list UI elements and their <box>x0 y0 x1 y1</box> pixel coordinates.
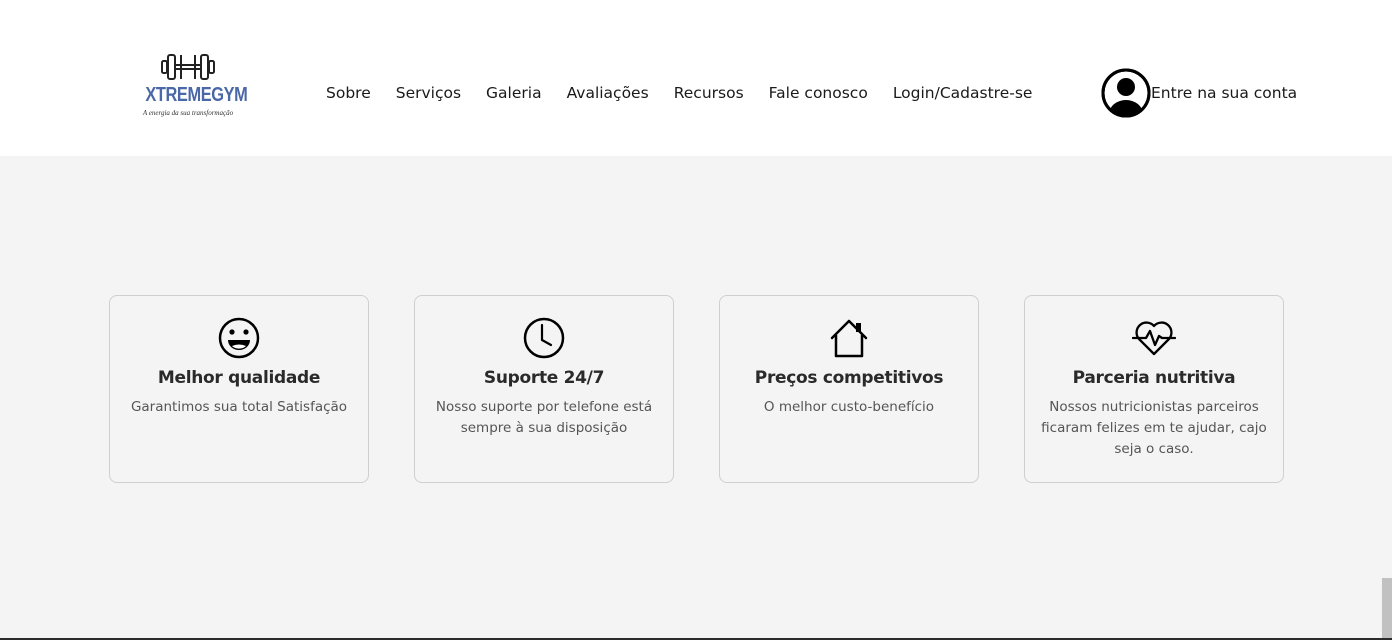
nav-link-sobre[interactable]: Sobre <box>326 82 371 104</box>
feature-description: O melhor custo-benefício <box>763 399 935 415</box>
feature-description: Nossos nutricionistas parceiros ficaram … <box>1041 399 1267 457</box>
logo-name: XTREMEGYM <box>145 84 248 106</box>
clock-icon <box>523 317 565 359</box>
scrollbar-thumb[interactable] <box>1382 578 1392 638</box>
dumbbell-icon <box>161 54 215 80</box>
feature-card-quality: Melhor qualidade Garantimos sua total Sa… <box>109 295 369 483</box>
feature-title: Parceria nutritiva <box>1072 368 1236 388</box>
nav-link-servicos[interactable]: Serviços <box>396 82 461 104</box>
account-button[interactable]: Entre na sua conta <box>1101 68 1297 118</box>
user-circle-icon <box>1101 68 1151 118</box>
feature-title: Preços competitivos <box>754 368 944 388</box>
smile-icon <box>218 317 260 359</box>
feature-title: Melhor qualidade <box>157 368 321 388</box>
nav-link-login[interactable]: Login/Cadastre-se <box>893 82 1033 104</box>
nav-link-galeria[interactable]: Galeria <box>486 82 542 104</box>
feature-card-prices: Preços competitivos O melhor custo-benef… <box>719 295 979 483</box>
logo-tagline: A energia da sua transformação <box>142 109 234 117</box>
main-nav: Sobre Serviços Galeria Avaliações Recurs… <box>326 82 1032 104</box>
nav-link-recursos[interactable]: Recursos <box>674 82 744 104</box>
account-label: Entre na sua conta <box>1151 84 1298 102</box>
feature-title: Suporte 24/7 <box>483 368 605 388</box>
house-icon <box>830 319 868 358</box>
heartbeat-icon <box>1132 321 1176 356</box>
logo[interactable]: XTREMEGYM A energia da sua transformação <box>136 52 248 126</box>
feature-card-support: Suporte 24/7 Nosso suporte por telefone … <box>414 295 674 483</box>
nav-link-avaliacoes[interactable]: Avaliações <box>567 82 649 104</box>
features-section: Melhor qualidade Garantimos sua total Sa… <box>109 295 1284 483</box>
feature-description: Nosso suporte por telefone está sempre à… <box>435 399 653 436</box>
nav-link-fale-conosco[interactable]: Fale conosco <box>769 82 868 104</box>
feature-description: Garantimos sua total Satisfação <box>130 399 348 415</box>
site-header: XTREMEGYM A energia da sua transformação… <box>0 0 1392 156</box>
feature-card-nutrition: Parceria nutritiva Nossos nutricionistas… <box>1024 295 1284 483</box>
